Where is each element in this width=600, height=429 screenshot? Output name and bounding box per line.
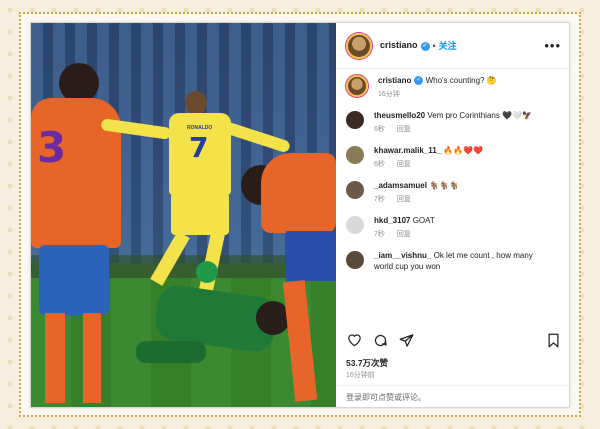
like-count[interactable]: 53.7万次赞 <box>346 357 388 369</box>
comment-time: 7秒 <box>374 231 385 238</box>
comment-avatar[interactable] <box>346 146 364 164</box>
comment-icon[interactable] <box>372 332 388 348</box>
player-shirt-number: 7 <box>189 131 209 164</box>
bookmark-icon[interactable] <box>545 332 561 348</box>
comment-row: hkd_3107 GOAT 7秒 回复 <box>346 215 561 240</box>
comment-time: 6秒 <box>374 126 385 133</box>
comment-username[interactable]: theusmello20 <box>374 111 425 120</box>
reply-button[interactable]: 回复 <box>397 126 411 133</box>
caption-avatar[interactable] <box>346 75 368 97</box>
follow-button[interactable]: 关注 <box>439 39 457 52</box>
send-icon[interactable] <box>398 332 414 348</box>
verified-badge-icon: ✓ <box>420 41 430 51</box>
comment-username[interactable]: hkd_3107 <box>374 216 410 225</box>
post-photo[interactable]: 3 RONALDO 7 <box>31 23 336 407</box>
opponent-shirt-number: 3 <box>37 123 67 172</box>
post-time: 16分钟前 <box>346 372 375 379</box>
reply-button[interactable]: 回复 <box>397 231 411 238</box>
comment-avatar[interactable] <box>346 216 364 234</box>
comment-username[interactable]: khawar.malik_11_ <box>374 146 441 155</box>
caption-row: cristiano ✓ Who's counting? 🤔 16分钟 <box>346 75 561 100</box>
caption-username[interactable]: cristiano <box>378 76 411 85</box>
comment-avatar[interactable] <box>346 251 364 269</box>
heart-icon[interactable] <box>346 332 362 348</box>
action-bar <box>346 331 561 349</box>
comment-avatar[interactable] <box>346 111 364 129</box>
instagram-post-card: 3 RONALDO 7 cristiano ✓ • 关注 ••• cristia… <box>30 22 570 408</box>
verified-badge-icon: ✓ <box>414 76 424 86</box>
comment-time: 6秒 <box>374 161 385 168</box>
comment-row: khawar.malik_11_ 🔥🔥❤️❤️ 6秒 回复 <box>346 145 561 170</box>
author-avatar[interactable] <box>346 32 372 59</box>
comment-text: GOAT <box>412 216 435 225</box>
comment-username[interactable]: _adamsamuel <box>374 181 427 190</box>
comment-text: 🐐🐐🐐 <box>429 181 460 190</box>
more-icon[interactable]: ••• <box>544 38 561 53</box>
comment-username[interactable]: _iam__vishnu_ <box>374 251 431 260</box>
comment-avatar[interactable] <box>346 181 364 199</box>
reply-button[interactable]: 回复 <box>397 196 411 203</box>
opponent-right-player <box>231 153 336 407</box>
comment-text: 🔥🔥❤️❤️ <box>443 146 484 155</box>
author-username[interactable]: cristiano ✓ <box>380 40 430 51</box>
caption-time: 16分钟 <box>378 91 400 98</box>
caption-text: Who's counting? 🤔 <box>425 76 497 85</box>
post-header: cristiano ✓ • 关注 ••• <box>336 23 569 69</box>
reply-button[interactable]: 回复 <box>397 161 411 168</box>
comment-time: 7秒 <box>374 196 385 203</box>
comments-list: cristiano ✓ Who's counting? 🤔 16分钟 theusm… <box>336 69 569 272</box>
login-prompt[interactable]: 登录即可点赞或评论。 <box>336 385 569 407</box>
comment-row: theusmello20 Vem pro Corinthians 🖤🤍🦅 6秒 回… <box>346 110 561 135</box>
separator-dot: • <box>432 40 436 51</box>
post-side-panel: cristiano ✓ • 关注 ••• cristiano ✓ Who's cou… <box>336 23 569 407</box>
comment-row: _adamsamuel 🐐🐐🐐 7秒 回复 <box>346 180 561 205</box>
comment-row: _iam__vishnu_ Ok let me count , how many… <box>346 250 561 272</box>
comment-text: Vem pro Corinthians 🖤🤍🦅 <box>427 111 532 120</box>
